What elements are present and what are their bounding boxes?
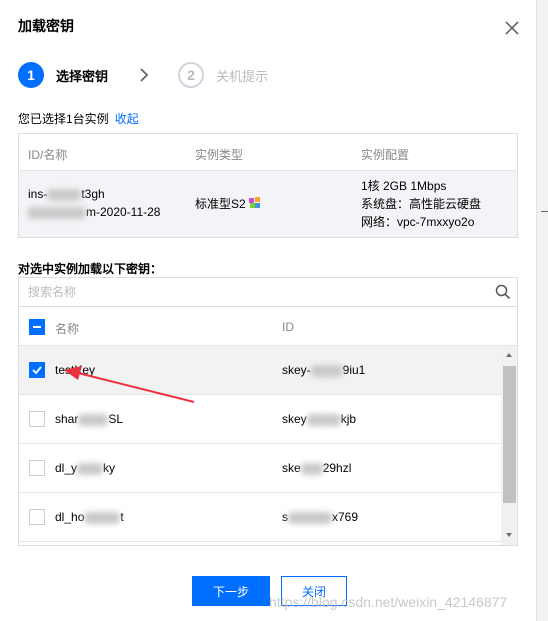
config-disk: 系统盘：高性能云硬盘 [361,197,482,211]
chevron-right-icon [140,68,149,82]
step-1-label: 选择密钥 [56,68,109,84]
load-key-dialog: 加载密钥 1 选择密钥 2 关机提示 您已选择1台实例 收起 ID/名称 实例类型… [0,0,536,621]
search-input[interactable] [19,278,489,306]
redaction-blur [47,188,82,201]
header-instance-type: 实例类型 [195,148,244,162]
check-icon [32,366,42,375]
redaction-blur [78,413,109,426]
close-icon[interactable] [500,16,524,40]
instance-type: 标准型S2 [195,195,261,213]
key-id: ske 29hzl [282,461,352,475]
collapse-link[interactable]: 收起 [115,112,139,126]
step-2-number: 2 [178,62,205,88]
scrollbar-thumb[interactable] [503,366,516,503]
step-2-label: 关机提示 [216,68,269,84]
stepper: 1 选择密钥 2 关机提示 [18,62,268,88]
row-checkbox[interactable] [29,362,45,378]
row-checkbox[interactable] [29,509,45,525]
search-icon[interactable] [495,284,511,300]
instance-row: ins-t3gh m-2020-11-28 标准型S2 1核 2GB 1Mbps… [19,171,517,237]
background-page-edge [536,0,548,621]
search-bar [19,278,517,307]
selected-instances-info: 您已选择1台实例 收起 [18,110,139,127]
row-checkbox[interactable] [29,460,45,476]
key-row[interactable]: shar SL skey kjb [19,395,501,444]
instance-config: 1核 2GB 1Mbps 系统盘：高性能云硬盘 网络：vpc-7mxxyo2o [361,177,481,231]
redaction-blur [77,462,104,475]
redaction-blur [306,413,341,426]
key-id: skey kjb [282,412,357,426]
key-name: dl_y ky [55,461,116,475]
key-list-scrollbar[interactable] [501,346,517,545]
key-row[interactable]: dl_ho t s x769 [19,493,501,542]
instance-name-tail: m-2020-11-28 [86,205,161,219]
load-keys-label: 对选中实例加载以下密钥： [18,262,163,276]
colorful-tag-icon [249,197,261,208]
redaction-blur [310,364,343,377]
step-1-number: 1 [18,62,44,88]
header-id: ID [282,320,294,334]
key-id: skey- 9iu1 [282,363,366,377]
instance-id-tail: t3gh [81,187,105,201]
key-table: 名称 ID testKey skey-9iu1 sharSL skeykjb d… [18,277,518,546]
scroll-down-icon[interactable] [506,533,512,537]
key-row-testkey[interactable]: testKey skey- 9iu1 [19,346,501,395]
selected-count-text: 您已选择1台实例 [18,112,109,126]
next-step-button[interactable]: 下一步 [192,576,270,606]
redaction-blur [300,462,323,475]
config-spec: 1核 2GB 1Mbps [361,179,447,193]
instance-table-header: ID/名称 实例类型 实例配置 [19,134,517,171]
row-checkbox[interactable] [29,411,45,427]
header-name: 名称 [55,322,80,336]
instance-type-text: 标准型S2 [195,197,246,211]
select-all-checkbox[interactable] [29,319,45,335]
key-name: dl_ho t [55,510,124,524]
redaction-blur [28,206,86,219]
key-table-header: 名称 ID [19,307,517,346]
config-network: 网络：vpc-7mxxyo2o [361,215,475,229]
dialog-title: 加载密钥 [18,18,74,34]
key-row[interactable]: dl_y ky ske 29hzl [19,444,501,493]
header-instance-config: 实例配置 [361,148,410,162]
instance-id-name: ins-t3gh m-2020-11-28 [28,185,160,221]
edge-marker [541,211,548,212]
instance-id-prefix: ins- [28,187,48,201]
redaction-blur [84,511,121,524]
scroll-up-icon[interactable] [506,353,512,357]
watermark: https://blog.csdn.net/weixin_42146877 [269,594,508,610]
key-name: testKey [55,363,96,377]
key-id: s x769 [282,510,359,524]
header-id-name: ID/名称 [28,148,68,162]
redaction-blur [288,511,332,524]
instance-table: ID/名称 实例类型 实例配置 ins-t3gh m-2020-11-28 标准… [18,133,518,238]
key-rows: testKey skey- 9iu1 shar SL skey kjb dl_y ky … [19,346,501,542]
key-name: shar SL [55,412,124,426]
